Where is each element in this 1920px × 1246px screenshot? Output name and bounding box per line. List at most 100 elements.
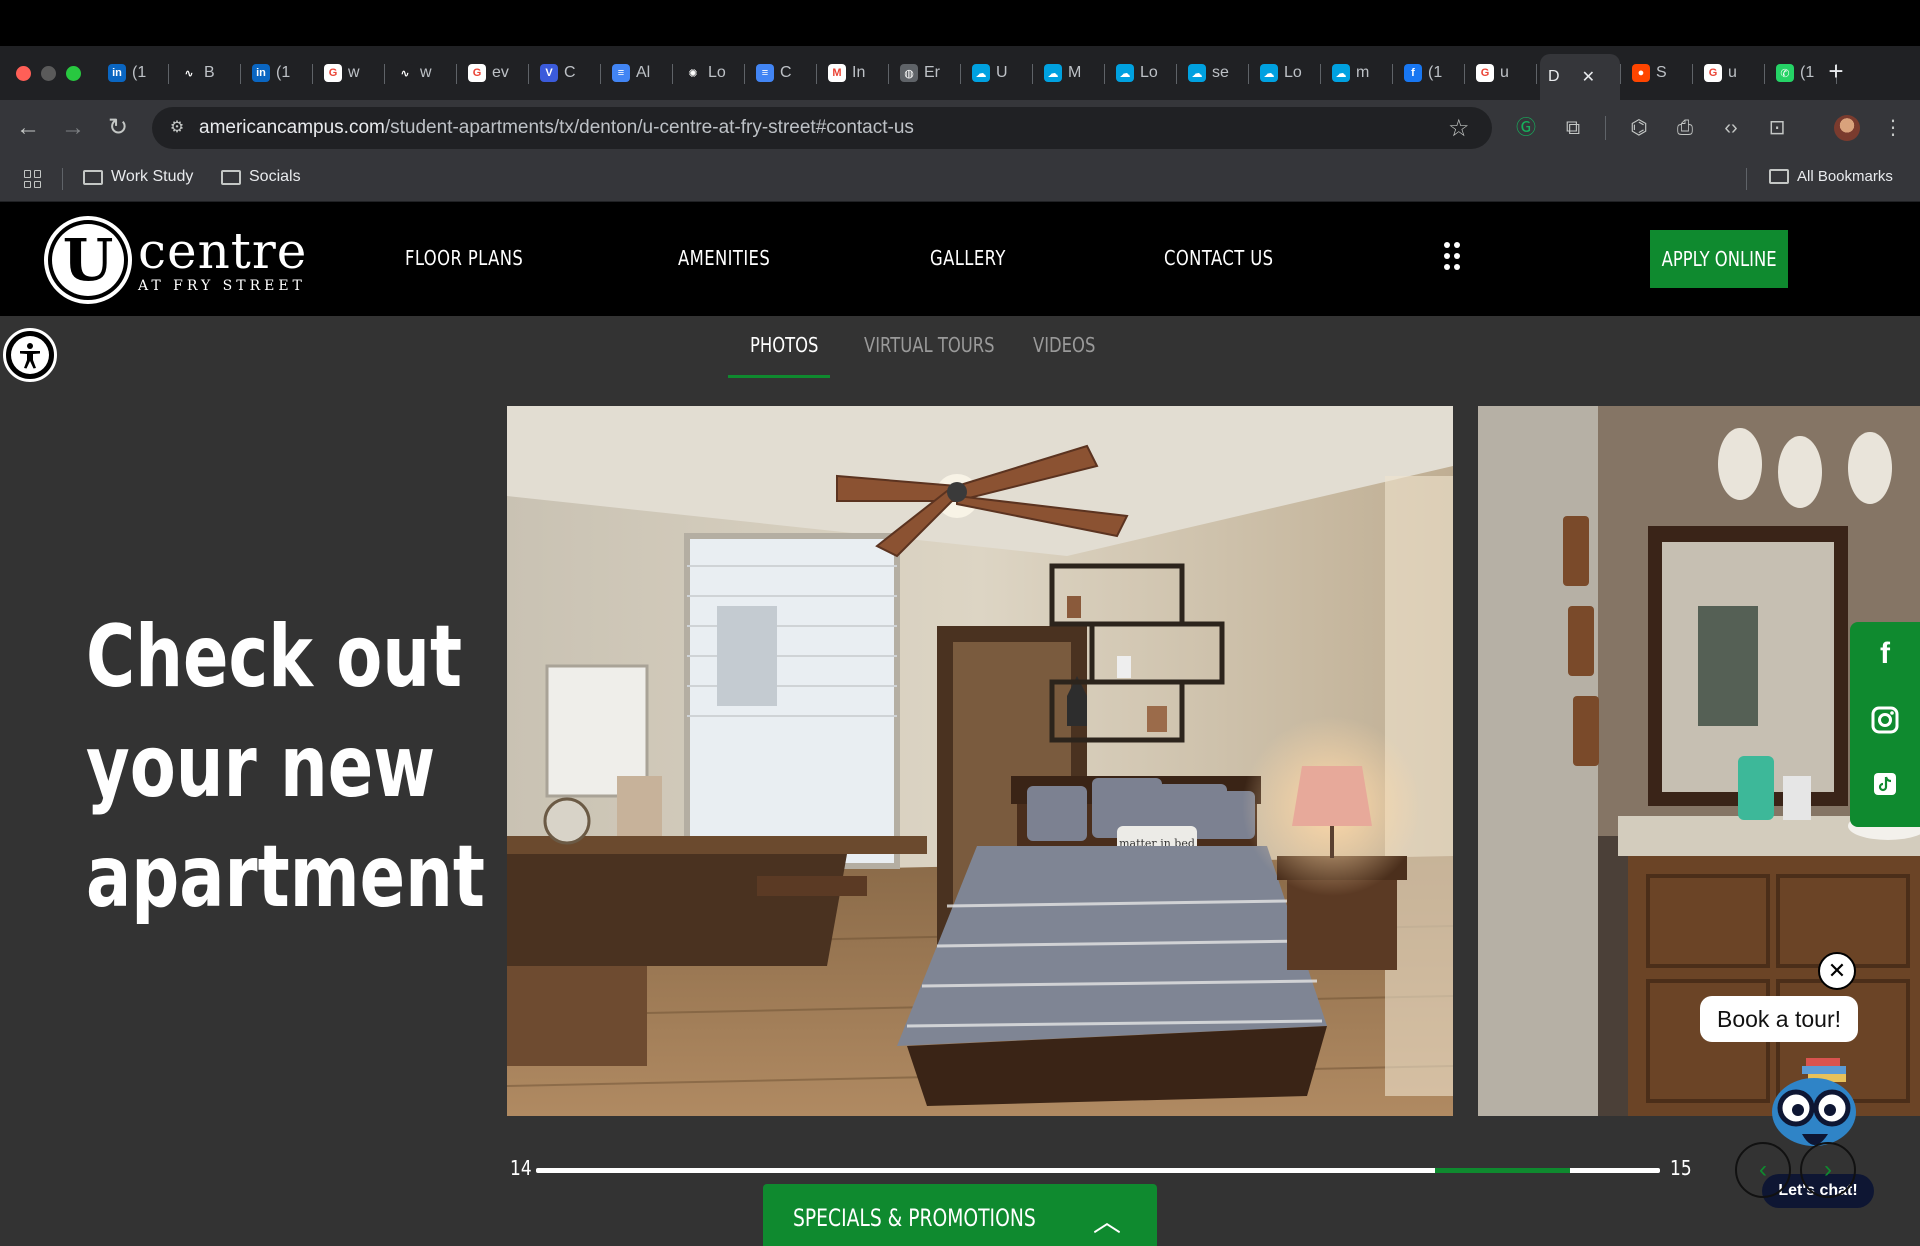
website: U centre AT FRY STREET FLOOR PLANS AMENI… [0, 202, 1920, 1246]
browser-tab[interactable]: in (1 [244, 56, 312, 90]
tab-separator [528, 64, 529, 84]
browser-tab[interactable]: Gu [1468, 56, 1536, 90]
tab-label: Lo [708, 64, 726, 81]
google-icon: G [324, 64, 342, 82]
tab-separator [1032, 64, 1033, 84]
book-tour-bubble[interactable]: Book a tour! [1700, 996, 1858, 1042]
tab-separator [1536, 64, 1537, 84]
incognito-icon[interactable]: ⌬ [1624, 113, 1654, 143]
browser-tab[interactable]: ✺ Lo [676, 56, 744, 90]
salesforce-icon: ☁ [1044, 64, 1062, 82]
previous-slide-button[interactable]: ‹ [1735, 1142, 1791, 1198]
print-icon[interactable]: ⎙ [1670, 113, 1700, 143]
apps-grid-icon[interactable] [24, 170, 42, 188]
globe-icon: ◍ [900, 64, 918, 82]
tab-label: C [564, 64, 576, 81]
browser-tab[interactable]: M In [820, 56, 888, 90]
browser-tab[interactable]: ☁ Lo [1108, 56, 1176, 90]
browser-menu-icon[interactable]: ⋮ [1878, 113, 1908, 143]
tab-virtual-tours[interactable]: VIRTUAL TOURS [864, 333, 995, 357]
extensions-puzzle-icon[interactable]: ⧉ [1558, 113, 1588, 143]
hero-headline: Check out your new apartment [86, 602, 506, 932]
tab-videos[interactable]: VIDEOS [1033, 333, 1095, 357]
tab-separator [600, 64, 601, 84]
chevron-brand-icon: V [540, 64, 558, 82]
nav-gallery[interactable]: GALLERY [930, 246, 1006, 270]
profile-avatar[interactable] [1834, 115, 1860, 141]
browser-tab[interactable]: ≡ C [748, 56, 816, 90]
tab-photos[interactable]: PHOTOS [750, 333, 818, 357]
browser-tab[interactable]: ● S [1624, 56, 1692, 90]
browser-tab[interactable]: VC [532, 56, 600, 90]
nav-contact-us[interactable]: CONTACT US [1164, 246, 1274, 270]
browser-tab-active[interactable]: D ✕ [1540, 54, 1620, 100]
tab-label: B [204, 64, 215, 81]
logo-letter: U [52, 224, 124, 296]
tab-label: m [1356, 64, 1370, 81]
more-menu-icon[interactable] [1444, 242, 1462, 272]
code-icon[interactable]: ‹› [1716, 113, 1746, 143]
tab-separator [1320, 64, 1321, 84]
close-chat-prompt-icon[interactable]: ✕ [1818, 952, 1856, 990]
browser-tab[interactable]: ◍ Er [892, 56, 960, 90]
browser-tab[interactable]: Gev [460, 56, 528, 90]
headline-line: Check out [86, 607, 463, 707]
browser-tab[interactable]: ☁ U [964, 56, 1032, 90]
window-close-button[interactable] [16, 66, 31, 81]
facebook-icon[interactable]: f [1850, 624, 1920, 684]
active-tab-indicator [728, 375, 830, 378]
reload-button[interactable]: ↻ [102, 112, 134, 144]
back-button[interactable]: ← [12, 112, 44, 144]
bookmark-socials[interactable]: Socials [221, 168, 301, 186]
grammarly-extension-icon[interactable]: Ⓖ [1511, 113, 1541, 143]
bookmark-work-study[interactable]: Work Study [83, 168, 193, 186]
new-tab-button[interactable]: + [1822, 58, 1850, 86]
all-bookmarks-button[interactable]: All Bookmarks [1769, 168, 1893, 185]
close-tab-icon[interactable]: ✕ [1582, 67, 1595, 87]
browser-tab[interactable]: Gu [1696, 56, 1764, 90]
tab-label: In [852, 64, 866, 81]
browser-tab[interactable]: ☁ m [1324, 56, 1392, 90]
browser-tab[interactable]: ☁ se [1180, 56, 1248, 90]
toolbar-separator [1605, 116, 1606, 140]
specials-promotions-toggle[interactable]: SPECIALS & PROMOTIONS ︿ [763, 1184, 1157, 1246]
tab-separator [1692, 64, 1693, 84]
gallery-photo-bedroom[interactable]: matter in bed [507, 406, 1453, 1116]
nav-amenities[interactable]: AMENITIES [678, 246, 770, 270]
whatsapp-icon: ✆ [1776, 64, 1794, 82]
tab-label: u [1500, 64, 1509, 81]
next-slide-button[interactable]: › [1800, 1142, 1856, 1198]
url-text[interactable]: americancampus.com/student-apartments/tx… [199, 117, 914, 139]
instagram-icon[interactable] [1850, 690, 1920, 750]
site-info-icon[interactable]: ⚙ [166, 117, 188, 139]
tab-separator [1104, 64, 1105, 84]
tab-label: D [1548, 68, 1560, 85]
window-minimize-button[interactable] [41, 66, 56, 81]
browser-tab[interactable]: f (1 [1396, 56, 1464, 90]
tab-separator [1392, 64, 1393, 84]
nav-floor-plans[interactable]: FLOOR PLANS [405, 246, 523, 270]
tab-separator [888, 64, 889, 84]
tiktok-icon[interactable] [1850, 754, 1920, 814]
docs-icon: ≡ [756, 64, 774, 82]
bookmark-label: Work Study [111, 168, 194, 185]
forward-button[interactable]: → [57, 112, 89, 144]
accessibility-button[interactable] [3, 328, 57, 382]
browser-tab[interactable]: ☁ M [1036, 56, 1104, 90]
tab-label: ev [492, 64, 509, 81]
bookmark-star-icon[interactable]: ☆ [1448, 114, 1470, 143]
tab-separator [672, 64, 673, 84]
window-zoom-button[interactable] [66, 66, 81, 81]
tab-search-icon[interactable]: ⊡ [1762, 113, 1792, 143]
browser-tab[interactable]: in (1 [100, 56, 168, 90]
tab-label: (1 [276, 64, 291, 81]
tab-separator [168, 64, 169, 84]
site-logo[interactable]: U centre AT FRY STREET [44, 216, 307, 304]
browser-tab[interactable]: ☁ Lo [1252, 56, 1320, 90]
tab-label: (1 [1428, 64, 1443, 81]
browser-tab[interactable]: ∿ w [388, 56, 456, 90]
browser-tab[interactable]: ∿ B [172, 56, 240, 90]
browser-tab[interactable]: ≡ Al [604, 56, 672, 90]
browser-tab[interactable]: Gw [316, 56, 384, 90]
apply-online-button[interactable]: APPLY ONLINE [1650, 230, 1788, 288]
